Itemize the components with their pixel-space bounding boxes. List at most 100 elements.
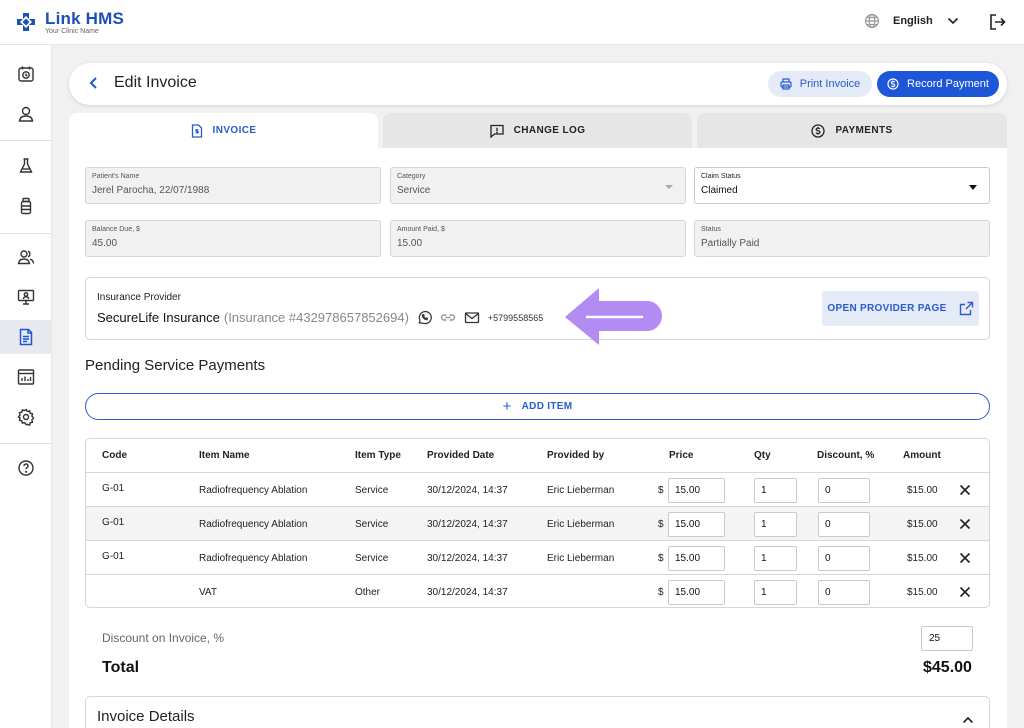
item-type: Other	[355, 587, 381, 598]
tab-change-log-label: CHANGE LOG	[513, 125, 586, 136]
record-payment-button[interactable]: Record Payment	[877, 71, 999, 97]
remove-item-close-icon[interactable]	[959, 586, 971, 598]
print-invoice-button[interactable]: Print Invoice	[768, 71, 872, 97]
globe-icon	[864, 13, 880, 29]
provided-date: 30/12/2024, 14:37	[427, 587, 508, 598]
printer-icon	[780, 78, 792, 90]
invoice-discount-input[interactable]: 25	[921, 626, 973, 651]
price-input[interactable]: 15.00	[668, 580, 725, 605]
qty-input[interactable]: 1	[754, 512, 797, 537]
item-name: Radiofrequency Ablation	[199, 519, 308, 530]
item-type: Service	[355, 485, 389, 496]
patient-name-value: Jerel Parocha, 22/07/1988	[92, 185, 210, 196]
pending-payments-title: Pending Service Payments	[85, 357, 266, 374]
provided-date: 30/12/2024, 14:37	[427, 553, 508, 564]
discount-input[interactable]: 0	[818, 580, 870, 605]
column-header: Amount	[903, 450, 941, 461]
qty-input[interactable]: 1	[754, 546, 797, 571]
table-row: G-01 Radiofrequency Ablation Service 30/…	[86, 472, 989, 506]
logout-icon	[990, 14, 1006, 30]
page-title: Edit Invoice	[114, 74, 197, 91]
sidebar-item-lab[interactable]	[0, 149, 52, 183]
logout-button[interactable]	[988, 13, 1006, 34]
column-header: Item Name	[199, 450, 250, 461]
sidebar-item-calendar[interactable]	[0, 57, 52, 91]
amount-paid-value: 15.00	[397, 238, 423, 249]
column-header: Qty	[754, 450, 771, 461]
discount-input[interactable]: 0	[818, 478, 870, 503]
language-selector[interactable]: English	[864, 13, 959, 29]
sidebar-item-pharmacy[interactable]	[0, 189, 52, 223]
table-row: G-01 Radiofrequency Ablation Service 30/…	[86, 506, 989, 540]
remove-item-close-icon[interactable]	[959, 484, 971, 496]
medicine-bottle-icon	[20, 197, 32, 215]
column-header: Code	[102, 450, 127, 461]
sidebar-item-profile[interactable]	[0, 97, 52, 131]
dollar-circle-icon	[887, 78, 899, 90]
mail-icon	[464, 312, 480, 324]
app-logo[interactable]: Link HMS Your Clinic Name	[16, 10, 124, 36]
open-provider-page-button[interactable]: OPEN PROVIDER PAGE	[822, 291, 979, 326]
print-invoice-label: Print Invoice	[799, 78, 861, 90]
currency-symbol: $	[658, 485, 664, 496]
remove-item-close-icon[interactable]	[959, 518, 971, 530]
item-type: Service	[355, 553, 389, 564]
remove-item-close-icon[interactable]	[959, 552, 971, 564]
item-name: Radiofrequency Ablation	[199, 485, 308, 496]
invoice-doc-icon	[191, 123, 202, 138]
currency-symbol: $	[658, 519, 664, 530]
insurance-phone: +5799558565	[487, 312, 544, 323]
qty-input[interactable]: 1	[754, 580, 797, 605]
sidebar-item-settings[interactable]	[0, 400, 52, 434]
record-payment-label: Record Payment	[907, 78, 989, 90]
tab-invoice[interactable]: INVOICE	[69, 113, 378, 148]
invoice-discount-label: Discount on Invoice, %	[102, 631, 225, 645]
item-amount: $15.00	[907, 553, 938, 564]
claim-status-label: Claim Status	[701, 173, 741, 180]
provided-date: 30/12/2024, 14:37	[427, 519, 508, 530]
sidebar-item-help[interactable]	[0, 451, 52, 485]
email-button[interactable]	[464, 310, 480, 325]
pending-payments-table: Code Item Name Item Type Provided Date P…	[85, 438, 990, 608]
tab-change-log[interactable]: CHANGE LOG	[383, 113, 692, 148]
category-label: Category	[397, 173, 426, 180]
status-value: Partially Paid	[701, 238, 760, 249]
discount-input[interactable]: 0	[818, 512, 870, 537]
external-link-icon	[959, 301, 973, 316]
discount-input[interactable]: 0	[818, 546, 870, 571]
app-subtitle: Your Clinic Name	[45, 28, 99, 35]
language-label: English	[893, 15, 933, 27]
claim-status-select[interactable]: Claim Status Claimed	[694, 167, 990, 204]
page-header: Edit Invoice Print Invoice Record Paymen…	[69, 63, 1007, 105]
sidebar-item-invoices[interactable]	[0, 320, 52, 354]
qty-input[interactable]: 1	[754, 478, 797, 503]
back-button[interactable]	[87, 75, 101, 94]
invoice-details-accordion[interactable]: Invoice Details	[85, 696, 990, 728]
item-code: G-01	[102, 483, 125, 494]
total-value: $45.00	[923, 659, 972, 676]
currency-symbol: $	[658, 553, 664, 564]
amount-paid-field: Amount Paid, $ 15.00	[390, 220, 686, 257]
price-input[interactable]: 15.00	[668, 512, 725, 537]
price-input[interactable]: 15.00	[668, 478, 725, 503]
copy-link-button[interactable]	[440, 310, 456, 325]
provided-by: Eric Lieberman	[547, 485, 615, 496]
app-name: Link HMS	[45, 9, 125, 28]
sidebar-item-monitor[interactable]	[0, 280, 52, 314]
sidebar	[0, 45, 52, 728]
sidebar-divider	[0, 233, 52, 234]
link-icon	[440, 314, 456, 321]
user-icon	[18, 106, 34, 122]
price-input[interactable]: 15.00	[668, 546, 725, 571]
patients-icon	[17, 250, 35, 265]
tab-payments-label: PAYMENTS	[835, 125, 893, 136]
settings-icon	[17, 408, 35, 426]
sidebar-item-patients[interactable]	[0, 240, 52, 274]
whatsapp-button[interactable]	[417, 310, 432, 325]
tab-payments[interactable]: PAYMENTS	[697, 113, 1007, 148]
sidebar-divider	[0, 443, 52, 444]
chevron-left-icon	[89, 77, 97, 89]
add-item-button[interactable]: + ADD ITEM	[85, 393, 990, 420]
sidebar-divider	[0, 140, 52, 141]
sidebar-item-reports[interactable]	[0, 360, 52, 394]
